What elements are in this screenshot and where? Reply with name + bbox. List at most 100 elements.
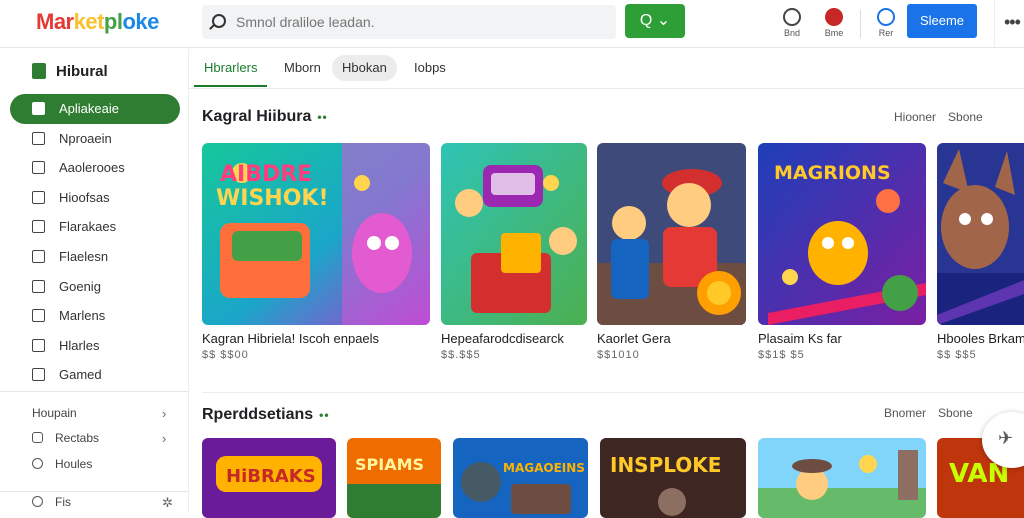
product-card[interactable]: AIBDRE WISHOK! Kagran Hibriela! Iscoh en…	[202, 143, 430, 365]
sidebar-item-6[interactable]: Goenig	[10, 272, 180, 302]
product-art	[758, 438, 926, 518]
file-icon	[32, 339, 45, 352]
product-card[interactable]: SPIAMS	[347, 438, 441, 518]
product-card[interactable]: Kaorlet Gera $$1010	[597, 143, 746, 365]
search-button[interactable]: Q ⌄	[625, 4, 685, 38]
product-art: SPIAMS	[347, 438, 441, 518]
avatar	[825, 8, 843, 26]
check-icon	[32, 309, 45, 322]
toolbar-divider	[860, 10, 861, 38]
account-button[interactable]: Rer	[866, 8, 906, 42]
sidebar-item-label: Nproaein	[59, 131, 112, 146]
product-card[interactable]: Hepeafarodcdisearck $$.$$5	[441, 143, 587, 365]
sidebar-bottom-item[interactable]: Fis ✲	[32, 495, 182, 510]
section-link[interactable]: Sbone	[948, 110, 983, 124]
product-art: AIBDRE WISHOK!	[202, 143, 430, 325]
tabs-underline	[189, 88, 1024, 89]
section-divider	[202, 392, 1024, 393]
product-thumbnail[interactable]: SPIAMS	[347, 438, 441, 518]
product-thumbnail[interactable]: INSPLOKE	[600, 438, 746, 518]
product-card[interactable]	[758, 438, 926, 518]
search-input[interactable]	[236, 12, 596, 32]
sidebar-item-label: Aaolerooes	[59, 160, 125, 175]
section-title-2: Rperddsetians ••	[202, 406, 330, 424]
tab-1[interactable]: Mborn	[274, 55, 331, 81]
game-icon	[32, 368, 45, 381]
product-title[interactable]: Hbooles Brkam	[937, 331, 1024, 346]
search-bar	[202, 5, 616, 39]
product-thumbnail[interactable]	[937, 143, 1024, 325]
product-thumbnail[interactable]	[758, 438, 926, 518]
product-title[interactable]: Kaorlet Gera	[597, 331, 671, 346]
section-link[interactable]: Hiooner	[894, 110, 936, 124]
section-link[interactable]: Sbone	[938, 406, 973, 420]
icon-label: Bnd	[783, 28, 800, 38]
sidebar-title[interactable]: Hibural	[32, 63, 108, 80]
grid-icon	[32, 132, 45, 145]
sidebar-item-9[interactable]: Gamed	[10, 360, 180, 390]
search-icon	[212, 14, 226, 28]
sidebar-divider	[0, 391, 188, 392]
sidebar-item-5[interactable]: Flaelesn	[10, 242, 180, 272]
product-thumbnail[interactable]: HiBRAKS	[202, 438, 336, 518]
sidebar-item-label: Goenig	[59, 279, 101, 294]
sidebar-item-1[interactable]: Nproaein	[10, 124, 180, 154]
sidebar-item-2[interactable]: Aaolerooes	[10, 153, 180, 183]
sub-item-label: Houles	[55, 457, 93, 471]
product-title[interactable]: Kagran Hibriela! Iscoh enpaels	[202, 331, 379, 346]
product-card[interactable]: Hbooles Brkam $$ $$5	[937, 143, 1024, 365]
sidebar-item-label: Gamed	[59, 367, 102, 382]
svg-text:MAGRIONS: MAGRIONS	[774, 162, 891, 184]
sidebar-item-8[interactable]: Hlarles	[10, 331, 180, 361]
sidebar: Hibural Apliakeaie Nproaein Aaolerooes H…	[0, 49, 188, 512]
account-icon	[877, 8, 895, 26]
signin-button[interactable]: Sleeme	[907, 4, 977, 38]
sidebar-item-7[interactable]: Marlens	[10, 301, 180, 331]
sidebar-item-label: Flarakaes	[59, 219, 117, 234]
product-thumbnail[interactable]: AIBDRE WISHOK!	[202, 143, 430, 325]
app-icon	[32, 102, 45, 115]
library-icon	[32, 63, 46, 79]
sidebar-sub-item-0[interactable]: Rectabs ›	[32, 431, 182, 446]
sidebar-item-4[interactable]: Flarakaes	[10, 212, 180, 242]
sidebar-item-3[interactable]: Hioofsas	[10, 183, 180, 213]
product-title[interactable]: Plasaim Ks far	[758, 331, 842, 346]
tab-2[interactable]: Hbokan	[332, 55, 397, 81]
section-title-text: Kagral Hiibura	[202, 108, 312, 125]
product-card[interactable]: MAGRIONS Plasaim Ks far $$1$ $5	[758, 143, 926, 365]
product-price: $$ $$5	[937, 349, 977, 361]
tab-0[interactable]: Hbrarlers	[194, 55, 268, 87]
sidebar-group-header[interactable]: Houpain ›	[32, 406, 182, 421]
product-thumbnail[interactable]: MAGRIONS	[758, 143, 926, 325]
sidebar-item-0[interactable]: Apliakeaie	[10, 94, 180, 124]
product-card[interactable]: HiBRAKS	[202, 438, 336, 518]
sidebar-sub-item-1[interactable]: Houles	[32, 457, 182, 471]
product-thumbnail[interactable]	[597, 143, 746, 325]
product-price: $$.$$5	[441, 349, 481, 361]
svg-text:WISHOK!: WISHOK!	[216, 186, 329, 211]
circle-icon	[32, 458, 43, 469]
notifications-button[interactable]: Bnd	[772, 8, 812, 42]
icon-label: Rer	[878, 28, 894, 38]
product-title[interactable]: Hepeafarodcdisearck	[441, 331, 564, 346]
product-card[interactable]: MAGAOEINS	[453, 438, 588, 518]
product-thumbnail[interactable]	[441, 143, 587, 325]
more-menu-icon[interactable]: •••	[1004, 12, 1021, 33]
section-title-text: Rperddsetians	[202, 406, 314, 423]
chevron-right-icon: ›	[162, 406, 167, 421]
product-thumbnail[interactable]: MAGAOEINS	[453, 438, 588, 518]
svg-text:AIBDRE: AIBDRE	[220, 162, 312, 187]
bottom-item-label: Fis	[55, 495, 71, 509]
product-art: MAGAOEINS	[453, 438, 588, 518]
logo-part: ket	[73, 9, 105, 34]
sidebar-title-label: Hibural	[56, 63, 108, 80]
profile-button[interactable]: Bme	[814, 8, 854, 42]
edit-icon	[32, 161, 45, 174]
toolbar-separator	[994, 0, 995, 48]
section-links-2: Bnomer Sbone	[872, 406, 973, 420]
product-card[interactable]: INSPLOKE	[600, 438, 746, 518]
marketplace-logo[interactable]: Marketploke	[36, 9, 159, 35]
section-link[interactable]: Bnomer	[884, 406, 926, 420]
tab-3[interactable]: Iobps	[404, 55, 456, 81]
section-links-1: Hiooner Sbone	[882, 110, 983, 124]
